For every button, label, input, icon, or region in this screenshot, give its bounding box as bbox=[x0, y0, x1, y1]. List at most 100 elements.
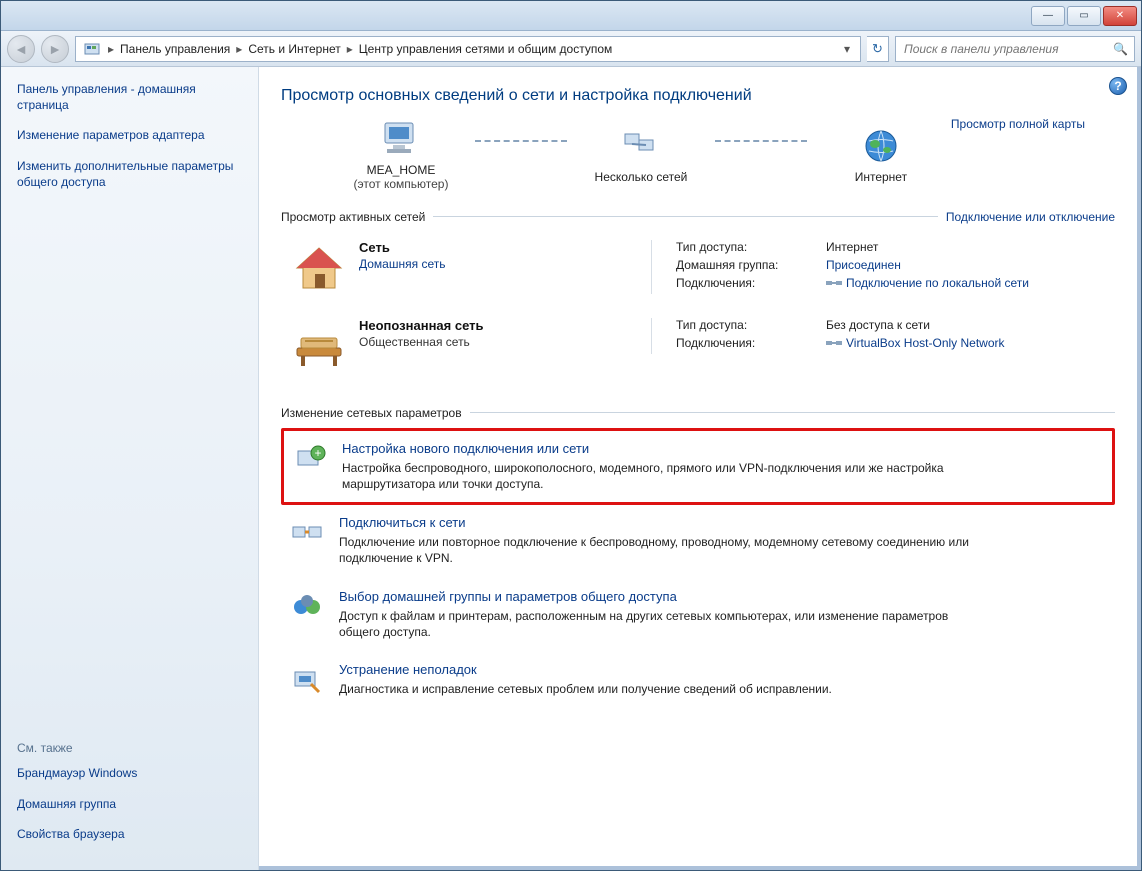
network-detail-key: Тип доступа: bbox=[676, 240, 826, 254]
titlebar: — ▭ ✕ bbox=[1, 1, 1141, 31]
network-name: Неопознанная сеть bbox=[359, 318, 484, 333]
network-detail-row: Домашняя группа:Присоединен bbox=[676, 258, 1029, 272]
search-input[interactable] bbox=[902, 41, 1109, 57]
network-detail-value: Присоединен bbox=[826, 258, 901, 272]
maximize-icon: ▭ bbox=[1079, 10, 1088, 21]
nav-back-button[interactable]: ◄ bbox=[7, 35, 35, 63]
network-details: Тип доступа:Без доступа к сетиПодключени… bbox=[651, 318, 1005, 354]
network-details: Тип доступа:ИнтернетДомашняя группа:Прис… bbox=[651, 240, 1029, 294]
network-icon bbox=[291, 240, 347, 296]
networks-icon bbox=[619, 126, 663, 166]
search-icon: 🔍 bbox=[1113, 42, 1128, 56]
task-description: Настройка беспроводного, широкополосного… bbox=[342, 460, 982, 492]
task-icon bbox=[289, 515, 325, 551]
network-type[interactable]: Домашняя сеть bbox=[359, 257, 445, 271]
control-panel-icon bbox=[84, 41, 102, 57]
breadcrumb-dropdown[interactable]: ▾ bbox=[838, 42, 856, 56]
page-title: Просмотр основных сведений о сети и наст… bbox=[281, 87, 1115, 105]
network-block: Неопознанная сеть Общественная сеть Тип … bbox=[281, 310, 1115, 388]
network-detail-value: Интернет bbox=[826, 240, 878, 254]
active-networks-header: Просмотр активных сетей Подключение или … bbox=[281, 210, 1115, 224]
svg-text:+: + bbox=[314, 446, 321, 460]
network-icon bbox=[291, 318, 347, 374]
settings-label: Изменение сетевых параметров bbox=[281, 406, 462, 420]
breadcrumb-root-icon[interactable] bbox=[80, 41, 106, 57]
task-icon bbox=[289, 589, 325, 625]
network-detail-key: Тип доступа: bbox=[676, 318, 826, 332]
map-node-computer-label: MEA_HOME (этот компьютер) bbox=[354, 163, 449, 192]
map-node-internet: Интернет bbox=[811, 126, 951, 184]
active-networks-label: Просмотр активных сетей bbox=[281, 210, 425, 224]
breadcrumb-sep: ▸ bbox=[106, 42, 116, 56]
network-detail-value: VirtualBox Host-Only Network bbox=[826, 336, 1005, 350]
network-detail-key: Домашняя группа: bbox=[676, 258, 826, 272]
help-icon: ? bbox=[1114, 79, 1121, 93]
network-detail-link[interactable]: VirtualBox Host-Only Network bbox=[826, 336, 1005, 350]
network-detail-key: Подключения: bbox=[676, 276, 826, 290]
task-title[interactable]: Устранение неполадок bbox=[339, 662, 832, 677]
map-node-internet-label: Интернет bbox=[855, 170, 907, 184]
network-type: Общественная сеть bbox=[359, 335, 484, 349]
breadcrumb[interactable]: ▸ Панель управления ▸ Сеть и Интернет ▸ … bbox=[75, 36, 861, 62]
map-node-networks-label: Несколько сетей bbox=[595, 170, 688, 184]
sidebar-link-adapter[interactable]: Изменение параметров адаптера bbox=[17, 127, 242, 143]
network-detail-value: Без доступа к сети bbox=[826, 318, 930, 332]
maximize-button[interactable]: ▭ bbox=[1067, 6, 1101, 26]
close-button[interactable]: ✕ bbox=[1103, 6, 1137, 26]
task-item[interactable]: Устранение неполадок Диагностика и испра… bbox=[281, 652, 1115, 710]
task-item[interactable]: + Настройка нового подключения или сети … bbox=[281, 428, 1115, 505]
network-detail-row: Подключения:VirtualBox Host-Only Network bbox=[676, 336, 1005, 350]
task-item[interactable]: Выбор домашней группы и параметров общег… bbox=[281, 579, 1115, 652]
task-description: Доступ к файлам и принтерам, расположенн… bbox=[339, 608, 979, 640]
refresh-icon: ↻ bbox=[872, 41, 883, 57]
sidebar-see-also-browser[interactable]: Свойства браузера bbox=[17, 826, 242, 842]
breadcrumb-seg-1[interactable]: Сеть и Интернет bbox=[244, 42, 344, 56]
network-detail-value: Подключение по локальной сети bbox=[826, 276, 1029, 290]
close-icon: ✕ bbox=[1116, 10, 1124, 21]
task-icon: + bbox=[292, 441, 328, 477]
breadcrumb-sep: ▸ bbox=[345, 42, 355, 56]
network-name: Сеть bbox=[359, 240, 445, 255]
sidebar-see-also-firewall[interactable]: Брандмауэр Windows bbox=[17, 765, 242, 781]
task-item[interactable]: Подключиться к сети Подключение или повт… bbox=[281, 505, 1115, 578]
sidebar: Панель управления - домашняя страница Из… bbox=[1, 67, 259, 870]
breadcrumb-seg-2[interactable]: Центр управления сетями и общим доступом bbox=[355, 42, 617, 56]
refresh-button[interactable]: ↻ bbox=[867, 36, 889, 62]
breadcrumb-sep: ▸ bbox=[234, 42, 244, 56]
minimize-button[interactable]: — bbox=[1031, 6, 1065, 26]
task-icon bbox=[289, 662, 325, 698]
arrow-left-icon: ◄ bbox=[14, 41, 28, 57]
network-block: Сеть Домашняя сеть Тип доступа:ИнтернетД… bbox=[281, 232, 1115, 310]
network-detail-link[interactable]: Присоединен bbox=[826, 258, 901, 272]
map-node-computer-name: MEA_HOME bbox=[367, 163, 436, 177]
main-content: ? Просмотр основных сведений о сети и на… bbox=[259, 67, 1141, 870]
network-detail-link[interactable]: Подключение по локальной сети bbox=[826, 276, 1029, 290]
map-node-computer-sub: (этот компьютер) bbox=[354, 177, 449, 191]
task-title[interactable]: Настройка нового подключения или сети bbox=[342, 441, 982, 456]
computer-icon bbox=[379, 119, 423, 159]
help-button[interactable]: ? bbox=[1109, 77, 1127, 95]
address-bar: ◄ ► ▸ Панель управления ▸ Сеть и Интерне… bbox=[1, 31, 1141, 67]
globe-icon bbox=[859, 126, 903, 166]
sidebar-see-also-homegroup[interactable]: Домашняя группа bbox=[17, 796, 242, 812]
nav-forward-button[interactable]: ► bbox=[41, 35, 69, 63]
task-title[interactable]: Подключиться к сети bbox=[339, 515, 979, 530]
network-detail-key: Подключения: bbox=[676, 336, 826, 350]
map-node-computer: MEA_HOME (этот компьютер) bbox=[331, 119, 471, 192]
minimize-icon: — bbox=[1043, 10, 1053, 21]
sidebar-link-sharing[interactable]: Изменить дополнительные параметры общего… bbox=[17, 158, 242, 190]
arrow-right-icon: ► bbox=[48, 41, 62, 57]
full-map-link[interactable]: Просмотр полной карты bbox=[951, 117, 1085, 131]
breadcrumb-seg-0[interactable]: Панель управления bbox=[116, 42, 234, 56]
map-node-networks: Несколько сетей bbox=[571, 126, 711, 184]
settings-header: Изменение сетевых параметров bbox=[281, 406, 1115, 420]
network-detail-row: Тип доступа:Без доступа к сети bbox=[676, 318, 1005, 332]
task-title[interactable]: Выбор домашней группы и параметров общег… bbox=[339, 589, 979, 604]
search-box[interactable]: 🔍 bbox=[895, 36, 1135, 62]
sidebar-link-home[interactable]: Панель управления - домашняя страница bbox=[17, 81, 242, 113]
connect-disconnect-link[interactable]: Подключение или отключение bbox=[946, 210, 1115, 224]
window: — ▭ ✕ ◄ ► ▸ Панель управления ▸ Сеть и И… bbox=[0, 0, 1142, 871]
task-description: Диагностика и исправление сетевых пробле… bbox=[339, 681, 832, 697]
task-description: Подключение или повторное подключение к … bbox=[339, 534, 979, 566]
network-detail-row: Тип доступа:Интернет bbox=[676, 240, 1029, 254]
